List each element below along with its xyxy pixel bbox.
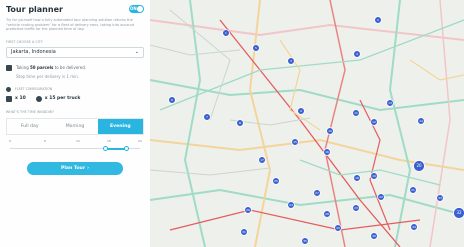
marker-label: 3	[290, 59, 292, 63]
parcel-icon	[6, 64, 12, 71]
marker-label: 30	[372, 234, 376, 238]
marker-label: 15	[293, 140, 297, 144]
time-window-tabs: Full day Morning Evening	[6, 117, 144, 135]
marker-label: 31	[242, 230, 246, 234]
marker-label: 7	[206, 115, 208, 119]
fleet-label: Fleet configuration	[15, 87, 53, 92]
gear-icon	[6, 86, 11, 92]
tick-label: 0	[9, 138, 11, 143]
marker-label: 13	[388, 101, 392, 105]
chevron-down-icon: ⌄	[134, 48, 139, 55]
fleet-row: Fleet configuration	[6, 86, 144, 92]
city-value: Jakarta, Indonesia	[11, 48, 56, 55]
marker-label: 25	[274, 179, 278, 183]
marker-label: 24	[289, 203, 293, 207]
marker-label: 21	[411, 188, 415, 192]
stop-time-text: Stop time per delivery is 1 min.	[16, 73, 80, 79]
marker-label: 16	[325, 150, 329, 154]
tour-planner-panel: Tour planner ON Try for yourself how a f…	[0, 0, 150, 247]
marker-label: 5	[255, 46, 257, 50]
truck-count[interactable]: x 10	[15, 96, 26, 101]
slider-handle-start[interactable]	[103, 145, 108, 151]
marker-label: 20	[416, 163, 422, 168]
marker-label: 32	[456, 210, 462, 215]
panel-title: Tour planner	[6, 5, 63, 14]
marker-label: 6	[171, 98, 173, 102]
city-label: First choose a city	[6, 39, 43, 44]
tab-full-day[interactable]: Full day	[7, 119, 52, 134]
marker-label: 29	[336, 226, 340, 230]
tick-label: 18	[107, 138, 111, 143]
marker-label: 2	[377, 18, 379, 22]
marker-label: 18	[355, 176, 359, 180]
marker-label: 14	[419, 119, 423, 123]
tick-label: 24	[138, 138, 142, 143]
parcels-prefix: Taking	[16, 65, 31, 71]
marker-label: 17	[260, 158, 264, 162]
marker-label: 26	[246, 208, 250, 212]
city-select[interactable]: Jakarta, Indonesia ⌄	[6, 46, 144, 58]
truck-icon	[6, 95, 12, 102]
marker-label: 10	[328, 129, 332, 133]
parcels-text: Taking 50 parcels to be delivered.	[16, 65, 86, 70]
plan-tour-label: Plan Tour	[60, 165, 86, 171]
fleet-config: x 10 x 15 per truck	[6, 95, 144, 102]
arrow-right-icon: ›	[87, 165, 90, 171]
parcels-suffix: to be delivered.	[53, 65, 87, 71]
tick-label: 12	[76, 138, 80, 143]
marker-label: 19	[372, 174, 376, 178]
panel-description: Try for yourself how a fully automated t…	[6, 18, 135, 32]
marker-label: 11	[354, 111, 358, 115]
marker-label: 12	[372, 120, 376, 124]
time-ticks: 0 6 12 18 24	[6, 139, 144, 145]
marker-label: 35	[303, 239, 307, 243]
tab-evening[interactable]: Evening	[97, 118, 143, 134]
marker-label: 8	[239, 121, 241, 125]
marker-label: 9	[300, 109, 302, 113]
parcels-count: 50 parcels	[30, 65, 54, 71]
time-slider[interactable]	[6, 145, 144, 152]
marker-label: 27	[315, 191, 319, 195]
toggle-label: ON	[130, 6, 137, 11]
marker-label: 1	[225, 31, 227, 35]
slider-handle-end[interactable]	[124, 145, 129, 151]
time-window-label: What's the time window?	[6, 109, 54, 114]
tab-morning[interactable]: Morning	[52, 119, 97, 134]
marker-label: 4	[356, 52, 358, 56]
plan-tour-button[interactable]: Plan Tour ›	[27, 161, 123, 175]
tick-label: 6	[44, 138, 46, 143]
marker-label: 22	[379, 195, 383, 199]
panel-toggle[interactable]: ON	[129, 5, 144, 13]
parcels-per-truck[interactable]: x 15 per truck	[45, 96, 81, 101]
slider-range	[105, 147, 126, 150]
toggle-knob	[137, 6, 143, 12]
parcels-row: Taking 50 parcels to be delivered.	[6, 64, 144, 71]
marker-label: 28	[325, 212, 329, 216]
driver-icon	[35, 95, 42, 102]
marker-label: 33	[438, 196, 442, 200]
marker-label: 23	[354, 206, 358, 210]
marker-label: 34	[412, 225, 416, 229]
